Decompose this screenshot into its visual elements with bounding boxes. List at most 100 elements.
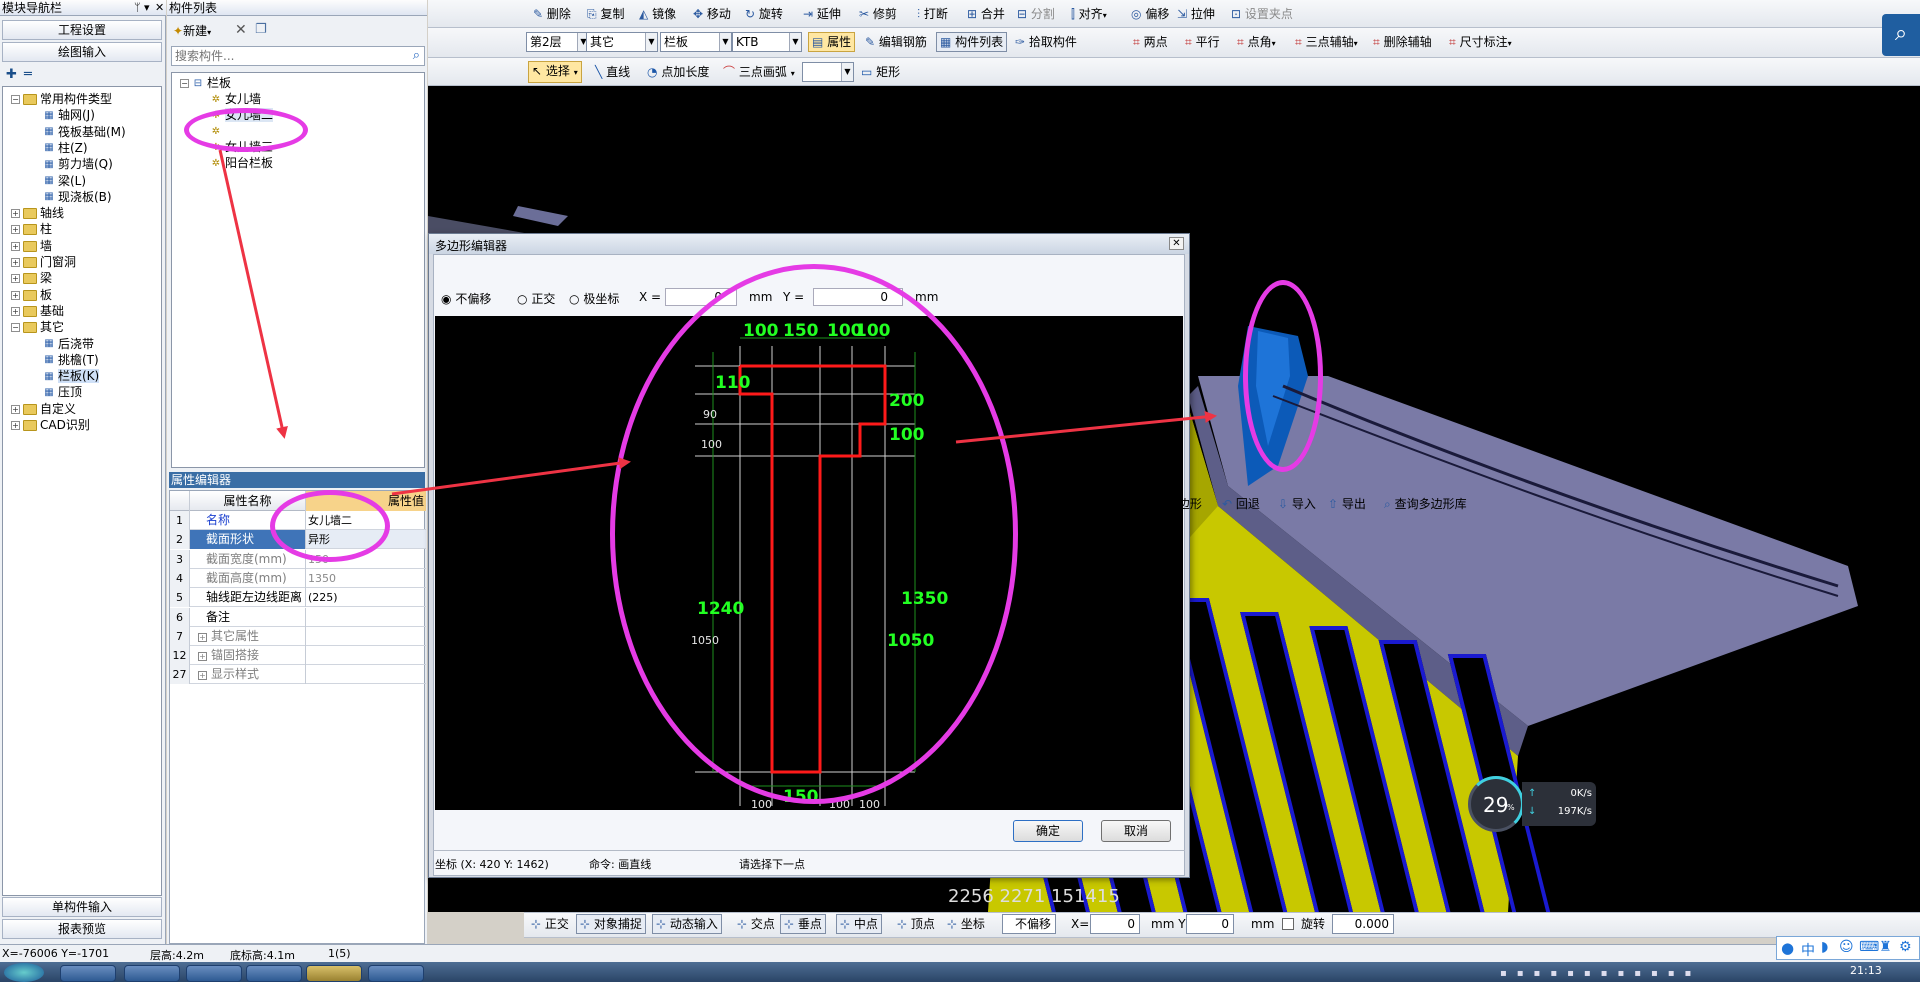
top-search-button[interactable]: ⌕ bbox=[1882, 14, 1920, 56]
no-offset-radio[interactable]: ◉ 不偏移 bbox=[441, 290, 491, 307]
collapse-toggle-icon[interactable]: − bbox=[11, 323, 20, 333]
pin-icon[interactable]: ᛘ bbox=[134, 0, 141, 16]
expand-toggle-icon[interactable]: + bbox=[198, 652, 207, 662]
component-tree-root[interactable]: − ⊟ 栏板 bbox=[180, 75, 231, 91]
expand-toggle-icon[interactable]: + bbox=[11, 274, 20, 284]
nav-tree-item[interactable]: + 基础 bbox=[11, 303, 64, 319]
nav-tree-item[interactable]: ▦ 轴网(J) bbox=[43, 107, 95, 123]
collapse-toggle-icon[interactable]: − bbox=[11, 95, 20, 104]
nav-tree-item[interactable]: ▦ 梁(L) bbox=[43, 173, 86, 189]
expand-toggle-icon[interactable]: + bbox=[198, 671, 207, 681]
dialog-tool-button-6[interactable]: ⇩ 导入 bbox=[1275, 494, 1319, 514]
snap-rotate-input[interactable]: 0.000 bbox=[1332, 914, 1394, 934]
copy-component-icon[interactable]: ❐ bbox=[255, 22, 267, 37]
nav-tree-item[interactable]: + 柱 bbox=[11, 221, 52, 237]
aux-axis-button-5[interactable]: ⌗ 尺寸标注▾ bbox=[1446, 32, 1515, 52]
snap-toggle-4[interactable]: ⊹ 垂点 bbox=[780, 914, 826, 934]
component-toolbar-button-3[interactable]: ✑ 拾取构件 bbox=[1012, 32, 1080, 52]
component-tree-item[interactable]: ✲ 女儿墙 bbox=[210, 91, 261, 107]
snap-toggle-6[interactable]: ⊹ 顶点 bbox=[894, 914, 938, 934]
select-button[interactable]: ↖ 选择 ▾ bbox=[528, 61, 582, 83]
line-button[interactable]: ╲ 直线 bbox=[592, 62, 633, 82]
property-value-cell[interactable]: 1350 bbox=[308, 569, 424, 588]
arc-option-select[interactable]: ▼ bbox=[802, 62, 854, 82]
nav-tree-item[interactable]: + 板 bbox=[11, 287, 52, 303]
toolbar-button-7[interactable]: ⫶ 打断 bbox=[914, 4, 951, 24]
new-component-button[interactable]: ✦新建▾ bbox=[173, 22, 211, 40]
dialog-tool-button-5[interactable]: ↶ 回退 bbox=[1219, 494, 1263, 514]
taskbar-ie[interactable] bbox=[124, 965, 180, 982]
property-row[interactable]: 27 + 显示样式 bbox=[170, 665, 426, 685]
expand-toggle-icon[interactable]: + bbox=[11, 421, 20, 430]
nav-tree-item[interactable]: ▦ 现浇板(B) bbox=[43, 189, 111, 205]
ime-toolbar[interactable]: ● 中 ◗ ☺ ⌨ ♜ ⚙ bbox=[1776, 936, 1920, 960]
expand-toggle-icon[interactable]: + bbox=[11, 404, 20, 414]
property-value-cell[interactable]: (225) bbox=[308, 588, 424, 607]
component-toolbar-button-2[interactable]: ▦ 构件列表 bbox=[936, 32, 1008, 52]
property-value-cell[interactable] bbox=[308, 646, 424, 665]
nav-tree-item[interactable]: ▦ 剪力墙(Q) bbox=[43, 156, 113, 172]
ime-mode-label[interactable]: 中 bbox=[1801, 940, 1815, 960]
taskbar-clock[interactable]: 21:13 bbox=[1850, 964, 1882, 977]
nav-tree-item[interactable]: ▦ 后浇带 bbox=[43, 336, 94, 352]
expand-toggle-icon[interactable]: + bbox=[11, 209, 20, 219]
snap-y-input[interactable]: 0 bbox=[1186, 914, 1234, 934]
expand-toggle-icon[interactable]: + bbox=[11, 258, 20, 267]
property-row[interactable]: 6 备注 bbox=[170, 607, 426, 627]
expand-toggle-icon[interactable]: + bbox=[11, 225, 20, 235]
aux-axis-button-1[interactable]: ⌗ 平行 bbox=[1182, 32, 1223, 52]
snap-toggle-5[interactable]: ⊹ 中点 bbox=[836, 914, 882, 934]
close-icon[interactable]: ✕ bbox=[155, 0, 164, 16]
nav-tree-item[interactable]: + 梁 bbox=[11, 270, 52, 286]
orthogonal-radio[interactable]: ○ 正交 bbox=[517, 290, 555, 307]
project-settings-button[interactable]: 工程设置 bbox=[2, 20, 162, 40]
expand-all-icon[interactable]: ✚ bbox=[6, 67, 17, 82]
single-component-input-button[interactable]: 单构件输入 bbox=[2, 897, 162, 917]
property-value-cell[interactable] bbox=[308, 627, 424, 646]
minimize-icon[interactable]: ▾ bbox=[144, 0, 150, 16]
dialog-tool-button-8[interactable]: ⌕ 查询多边形库 bbox=[1381, 494, 1470, 514]
toolbar-button-6[interactable]: ✂ 修剪 bbox=[856, 4, 900, 24]
component-search-input[interactable] bbox=[172, 47, 392, 65]
point-length-button[interactable]: ◔ 点加长度 bbox=[644, 62, 712, 82]
aux-axis-button-0[interactable]: ⌗ 两点 bbox=[1130, 32, 1171, 52]
taskbar-app-3[interactable] bbox=[368, 965, 424, 982]
snap-toggle-3[interactable]: ⊹ 交点 bbox=[734, 914, 778, 934]
nav-tree-item[interactable]: − 常用构件类型 bbox=[11, 91, 112, 107]
toolbar-button-8[interactable]: ⊞ 合并 bbox=[964, 4, 1008, 24]
property-row[interactable]: 12 + 锚固搭接 bbox=[170, 646, 426, 666]
toolbar-button-9[interactable]: ⊟ 分割 bbox=[1014, 4, 1058, 24]
nav-tree-item[interactable]: ▦ 栏板(K) bbox=[43, 368, 100, 384]
nav-tree-item[interactable]: + 墙 bbox=[11, 238, 52, 254]
toolbar-button-12[interactable]: ⇲ 拉伸 bbox=[1174, 4, 1218, 24]
component-select[interactable]: 栏板 ▼ bbox=[660, 32, 732, 52]
ime-settings-icon[interactable]: ⚙ bbox=[1899, 939, 1912, 955]
collapse-toggle-icon[interactable]: − bbox=[180, 79, 189, 88]
property-row[interactable]: 7 + 其它属性 bbox=[170, 626, 426, 646]
report-preview-button[interactable]: 报表预览 bbox=[2, 919, 162, 939]
expand-toggle-icon[interactable]: + bbox=[198, 632, 207, 642]
rectangle-button[interactable]: ▭ 矩形 bbox=[858, 62, 903, 82]
property-row[interactable]: 5 轴线距左边线距离 (225) bbox=[170, 588, 426, 608]
toolbar-button-1[interactable]: ⎘ 复制 bbox=[584, 4, 627, 24]
nav-tree-item[interactable]: ▦ 筏板基础(M) bbox=[43, 124, 125, 140]
toolbar-button-5[interactable]: ⇥ 延伸 bbox=[800, 4, 844, 24]
snap-offset-select[interactable]: 不偏移 bbox=[1002, 914, 1056, 934]
toolbar-button-11[interactable]: ◎ 偏移 bbox=[1128, 4, 1172, 24]
floor-select[interactable]: 第2层 ▼ bbox=[526, 32, 590, 52]
three-point-arc-button[interactable]: ⌒ 三点画弧 ▾ bbox=[720, 62, 798, 82]
delete-component-icon[interactable]: ✕ bbox=[235, 22, 247, 38]
toolbar-button-0[interactable]: ✎ 删除 bbox=[530, 4, 574, 24]
nav-tree-item[interactable]: + 门窗洞 bbox=[11, 254, 76, 270]
taskbar-app-2[interactable] bbox=[246, 965, 302, 982]
collapse-all-icon[interactable]: ═ bbox=[24, 67, 32, 82]
nav-tree-item[interactable]: + CAD识别 bbox=[11, 417, 90, 433]
polar-radio[interactable]: ○ 极坐标 bbox=[569, 290, 619, 307]
cancel-button[interactable]: 取消 bbox=[1101, 820, 1171, 842]
nav-tree-item[interactable]: ▦ 挑檐(T) bbox=[43, 352, 98, 368]
toolbar-button-2[interactable]: ◭ 镜像 bbox=[636, 4, 679, 24]
ime-keyboard-icon[interactable]: ⌨ bbox=[1859, 939, 1879, 955]
property-row[interactable]: 4 截面高度(mm) 1350 bbox=[170, 568, 426, 588]
snap-toggle-2[interactable]: ⊹ 动态输入 bbox=[652, 914, 722, 934]
component-tree-item[interactable]: ✲ 阳台栏板 bbox=[210, 155, 273, 171]
